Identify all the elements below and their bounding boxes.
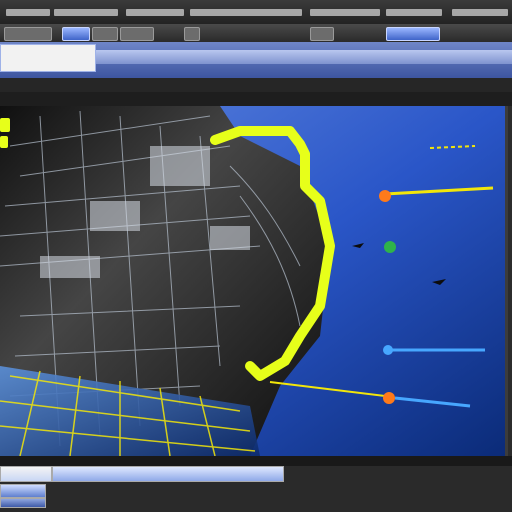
thumbnail[interactable] bbox=[52, 466, 284, 482]
menu-item[interactable] bbox=[54, 9, 118, 16]
window-titlebar bbox=[0, 0, 512, 25]
thumbnail[interactable] bbox=[0, 498, 46, 508]
menu-item[interactable] bbox=[310, 9, 380, 16]
annotation-dot-blue[interactable] bbox=[383, 345, 393, 355]
secondary-toolbar bbox=[0, 78, 512, 92]
toolbar-button[interactable] bbox=[386, 27, 440, 41]
toolbar-button[interactable] bbox=[62, 27, 90, 41]
menu-item[interactable] bbox=[386, 9, 442, 16]
viewport-footer bbox=[0, 456, 512, 466]
toolbar-button[interactable] bbox=[120, 27, 154, 41]
toolbar-button[interactable] bbox=[4, 27, 52, 41]
window-title bbox=[6, 9, 50, 16]
render-viewport[interactable] bbox=[0, 106, 508, 456]
menu-item[interactable] bbox=[126, 9, 184, 16]
ribbon-field[interactable] bbox=[0, 44, 96, 72]
thumbnail[interactable] bbox=[0, 484, 46, 498]
annotation-dot-orange[interactable] bbox=[379, 190, 391, 202]
toolbar-button[interactable] bbox=[184, 27, 200, 41]
toolbar bbox=[0, 24, 512, 42]
menu-item[interactable] bbox=[452, 9, 508, 16]
menu-item[interactable] bbox=[190, 9, 302, 16]
scene-svg bbox=[0, 106, 505, 456]
annotation-dot-green[interactable] bbox=[384, 241, 396, 253]
toolbar-button[interactable] bbox=[310, 27, 334, 41]
viewport-header bbox=[0, 92, 512, 106]
thumbnail[interactable] bbox=[0, 466, 52, 482]
toolbar-button[interactable] bbox=[92, 27, 118, 41]
ribbon-strip bbox=[96, 50, 512, 64]
annotation-dot-orange[interactable] bbox=[383, 392, 395, 404]
